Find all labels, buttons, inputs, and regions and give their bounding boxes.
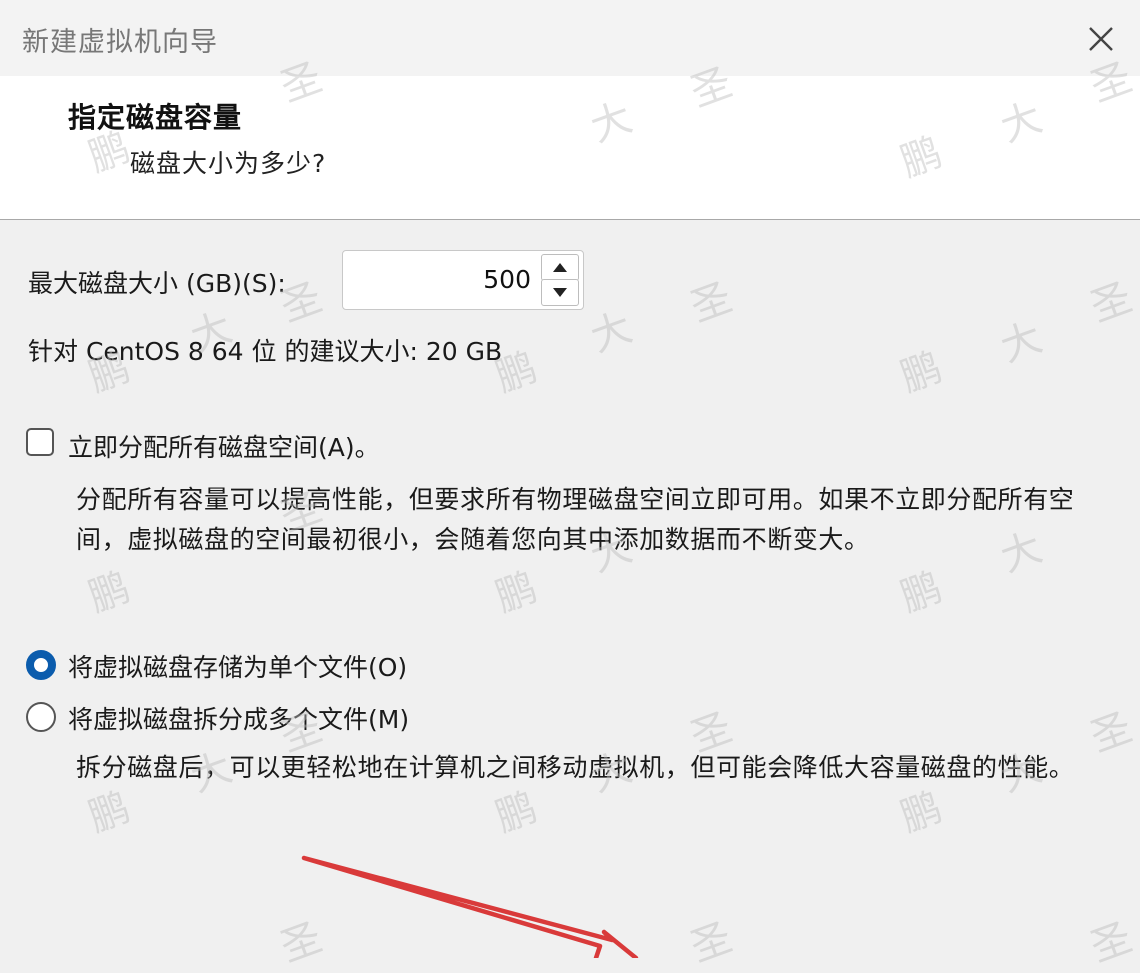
page-subtitle: 磁盘大小为多少?	[130, 149, 327, 178]
disk-size-input[interactable]	[343, 251, 539, 307]
multi-file-radio[interactable]	[26, 702, 56, 732]
window-title: 新建虚拟机向导	[22, 27, 218, 58]
watermark-text: 圣	[1084, 914, 1139, 972]
watermark-text: 圣	[1084, 274, 1139, 332]
wizard-header: 指定磁盘容量 磁盘大小为多少?	[0, 76, 1140, 220]
watermark-text: 鹏	[894, 344, 949, 402]
page-title: 指定磁盘容量	[68, 101, 243, 134]
allocate-all-checkbox[interactable]	[26, 428, 54, 456]
single-file-radio[interactable]	[26, 650, 56, 680]
close-button[interactable]	[1076, 14, 1126, 64]
allocate-all-description: 分配所有容量可以提高性能，但要求所有物理磁盘空间立即可用。如果不立即分配所有空间…	[76, 485, 1075, 554]
chevron-down-icon	[553, 288, 567, 297]
watermark-text: 鹏	[489, 564, 544, 622]
title-bar: 新建虚拟机向导	[0, 0, 1140, 76]
watermark-text: 鹏	[894, 564, 949, 622]
close-icon	[1089, 27, 1113, 51]
watermark-text: 大	[584, 304, 639, 362]
watermark-text: 圣	[684, 274, 739, 332]
chevron-up-icon	[553, 263, 567, 272]
recommended-size-text: 针对 CentOS 8 64 位 的建议大小: 20 GB	[28, 337, 503, 366]
allocate-all-label[interactable]: 立即分配所有磁盘空间(A)。	[68, 428, 380, 464]
increment-button[interactable]	[541, 254, 579, 281]
watermark-text: 圣	[684, 914, 739, 972]
multi-file-label[interactable]: 将虚拟磁盘拆分成多个文件(M)	[68, 700, 409, 736]
multi-file-description: 拆分磁盘后，可以更轻松地在计算机之间移动虚拟机，但可能会降低大容量磁盘的性能。	[76, 753, 1075, 782]
watermark-text: 鹏	[82, 564, 137, 622]
watermark-text: 圣	[274, 914, 329, 972]
watermark-text: 大	[994, 314, 1049, 372]
single-file-label[interactable]: 将虚拟磁盘存储为单个文件(O)	[68, 648, 407, 684]
disk-size-stepper[interactable]	[342, 250, 584, 310]
disk-size-label: 最大磁盘大小 (GB)(S):	[28, 269, 286, 298]
decrement-button[interactable]	[541, 279, 579, 306]
